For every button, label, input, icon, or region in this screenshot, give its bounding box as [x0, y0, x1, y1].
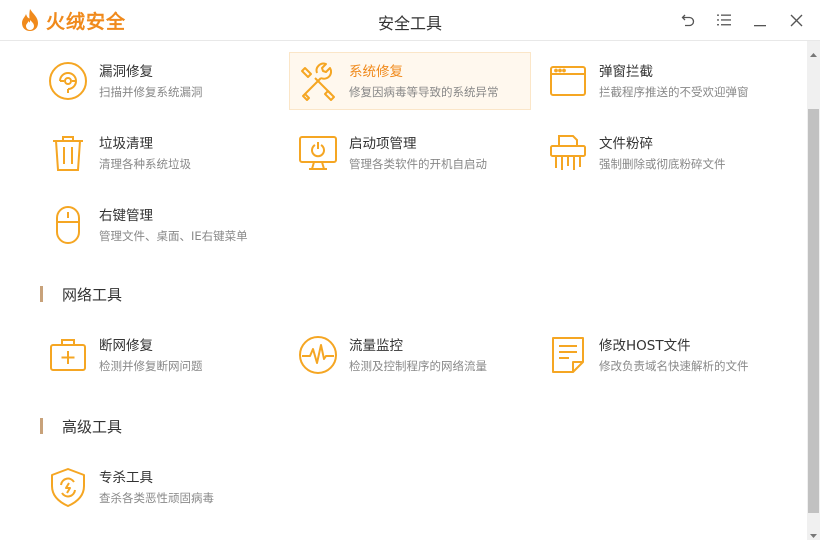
pulse-icon [296, 333, 340, 377]
section-marker [40, 418, 43, 434]
section-network: 网络工具 [40, 284, 122, 304]
tool-title: 系统修复 [349, 63, 403, 80]
tool-desc: 强制删除或彻底粉碎文件 [599, 156, 726, 171]
medkit-icon [46, 333, 90, 377]
tool-desc: 拦截程序推送的不受欢迎弹窗 [599, 84, 749, 99]
scroll-down-arrow-icon[interactable] [808, 526, 819, 538]
tool-title: 修改HOST文件 [599, 337, 691, 354]
tool-desc: 检测及控制程序的网络流量 [349, 358, 487, 373]
shredder-icon [546, 131, 590, 175]
title-bar: 火绒安全 安全工具 [0, 0, 820, 41]
tool-desc: 管理各类软件的开机自启动 [349, 156, 487, 171]
tool-context-menu[interactable]: 右键管理 管理文件、桌面、IE右键菜单 [40, 197, 280, 253]
minimize-icon [754, 25, 766, 27]
menu-icon [717, 14, 731, 26]
tool-title: 文件粉碎 [599, 135, 653, 152]
tool-vuln-repair[interactable]: 漏洞修复 扫描并修复系统漏洞 [40, 53, 280, 109]
scrollbar[interactable] [807, 41, 820, 540]
scrollbar-thumb[interactable] [808, 109, 819, 513]
brand-logo: 火绒安全 [20, 7, 126, 33]
trash-icon [46, 131, 90, 175]
tool-title: 专杀工具 [99, 469, 153, 486]
tool-title: 流量监控 [349, 337, 403, 354]
monitor-icon [296, 131, 340, 175]
minimize-button[interactable] [750, 10, 770, 30]
shield-kill-icon [46, 465, 90, 509]
tool-desc: 清理各种系统垃圾 [99, 156, 191, 171]
window-icon [546, 59, 590, 103]
tool-startup-manage[interactable]: 启动项管理 管理各类软件的开机自启动 [290, 125, 530, 181]
shield-repair-icon [46, 59, 90, 103]
section-marker [40, 286, 43, 302]
tool-traffic-monitor[interactable]: 流量监控 检测及控制程序的网络流量 [290, 327, 530, 383]
tool-edit-hosts[interactable]: 修改HOST文件 修改负责域名快速解析的文件 [540, 327, 780, 383]
tool-desc: 扫描并修复系统漏洞 [99, 84, 203, 99]
section-title: 高级工具 [62, 417, 123, 436]
tool-virus-kill[interactable]: 专杀工具 查杀各类恶性顽固病毒 [40, 459, 280, 515]
tool-popup-block[interactable]: 弹窗拦截 拦截程序推送的不受欢迎弹窗 [540, 53, 780, 109]
tool-title: 垃圾清理 [99, 135, 153, 152]
tool-desc: 管理文件、桌面、IE右键菜单 [99, 228, 248, 243]
brand-name: 火绒安全 [46, 10, 127, 33]
tool-title: 右键管理 [99, 207, 153, 224]
tool-title: 漏洞修复 [99, 63, 153, 80]
document-icon [546, 333, 590, 377]
back-button[interactable] [678, 10, 698, 30]
tool-junk-clean[interactable]: 垃圾清理 清理各种系统垃圾 [40, 125, 280, 181]
tool-file-shred[interactable]: 文件粉碎 强制删除或彻底粉碎文件 [540, 125, 780, 181]
tool-network-repair[interactable]: 断网修复 检测并修复断网问题 [40, 327, 280, 383]
section-title: 网络工具 [62, 285, 123, 304]
tool-desc: 检测并修复断网问题 [99, 358, 203, 373]
tools-content: 漏洞修复 扫描并修复系统漏洞 系统修复 修复因病毒等导致的系统异常 弹窗拦截 拦… [0, 41, 807, 540]
tool-title: 弹窗拦截 [599, 63, 653, 80]
tool-desc: 修改负责域名快速解析的文件 [599, 358, 749, 373]
wrench-screwdriver-icon [296, 59, 340, 103]
scroll-up-arrow-icon[interactable] [808, 45, 819, 57]
tool-system-repair[interactable]: 系统修复 修复因病毒等导致的系统异常 [289, 52, 531, 110]
close-icon [790, 14, 802, 26]
back-icon [681, 14, 695, 27]
tool-desc: 修复因病毒等导致的系统异常 [349, 84, 499, 99]
tool-desc: 查杀各类恶性顽固病毒 [99, 490, 214, 505]
menu-button[interactable] [714, 10, 734, 30]
tool-title: 断网修复 [99, 337, 153, 354]
close-button[interactable] [786, 10, 806, 30]
section-advanced: 高级工具 [40, 416, 122, 436]
mouse-icon [46, 203, 90, 247]
tool-title: 启动项管理 [349, 135, 417, 152]
flame-icon [22, 9, 38, 31]
